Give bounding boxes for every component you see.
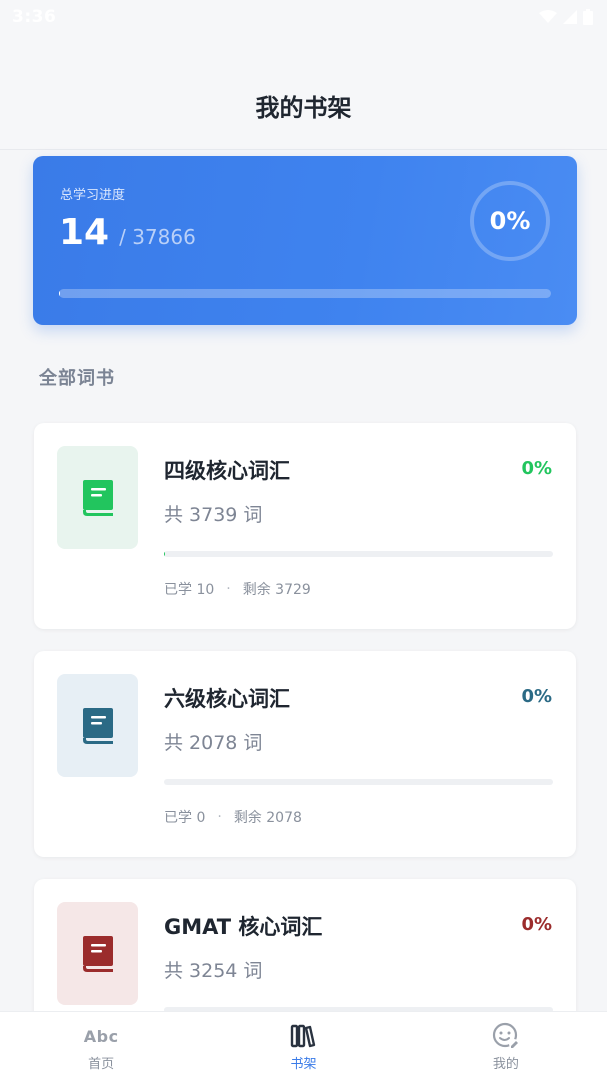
book-cover [57, 446, 138, 549]
book-cover [57, 902, 138, 1005]
book-percent: 0% [521, 914, 552, 935]
book-title: GMAT 核心词汇 [164, 915, 323, 939]
total-progress-count: 14 / 37866 [59, 212, 196, 253]
book-percent: 0% [521, 686, 552, 707]
progress-ring: 0% [470, 181, 550, 261]
book-word-count: 共 3739 词 [164, 504, 263, 526]
status-bar: 3:36 [0, 0, 607, 34]
book-learned: 已学 0 [164, 810, 206, 826]
total-progress-label: 总学习进度 [60, 188, 126, 203]
status-icons [539, 9, 593, 25]
tab-home-label: 首页 [88, 1057, 115, 1072]
learned-count: 14 [59, 212, 110, 253]
book-icon [82, 707, 113, 744]
total-progress-card: 总学习进度 14 / 37866 0% [33, 156, 577, 325]
book-title: 四级核心词汇 [164, 459, 290, 483]
book-word-count: 共 2078 词 [164, 732, 263, 754]
book-card[interactable]: 四级核心词汇 共 3739 词 0% 已学 10 · 剩余 3729 [34, 423, 576, 629]
book-learned: 已学 10 [164, 582, 215, 598]
bookshelf-icon [290, 1023, 316, 1049]
book-meta: 已学 0 · 剩余 2078 [164, 807, 302, 827]
tab-bookshelf-label: 书架 [290, 1057, 317, 1072]
meta-separator: · [226, 581, 231, 597]
page-title: 我的书架 [255, 94, 352, 122]
book-cover [57, 674, 138, 777]
meta-separator: · [217, 809, 222, 825]
profile-face-icon [492, 1022, 520, 1049]
status-time: 3:36 [12, 7, 57, 27]
tab-home[interactable]: Abc 首页 [0, 1012, 202, 1080]
abc-icon: Abc [83, 1026, 119, 1046]
tab-profile[interactable]: 我的 [405, 1012, 607, 1080]
section-title: 全部词书 [39, 368, 115, 389]
tab-profile-label: 我的 [492, 1057, 519, 1072]
book-progress-bar [164, 551, 553, 557]
book-icon [82, 479, 113, 516]
book-remaining: 剩余 2078 [233, 810, 302, 826]
book-meta: 已学 10 · 剩余 3729 [164, 579, 311, 599]
tab-bookshelf[interactable]: 书架 [202, 1012, 404, 1080]
book-remaining: 剩余 3729 [242, 582, 311, 598]
bottom-tab-bar: Abc 首页 书架 我的 [0, 1011, 607, 1080]
progress-percent: 0% [489, 207, 531, 235]
total-count: / 37866 [119, 225, 196, 249]
book-progress-bar [164, 779, 553, 785]
book-word-count: 共 3254 词 [164, 960, 263, 982]
book-percent: 0% [521, 458, 552, 479]
wifi-icon [539, 10, 557, 23]
book-card[interactable]: 六级核心词汇 共 2078 词 0% 已学 0 · 剩余 2078 [34, 651, 576, 857]
signal-icon [563, 10, 577, 24]
book-progress-bar-fill [164, 551, 166, 557]
battery-icon [583, 9, 593, 25]
book-title: 六级核心词汇 [164, 687, 290, 711]
book-icon [82, 935, 113, 972]
total-progress-bar [59, 289, 551, 298]
